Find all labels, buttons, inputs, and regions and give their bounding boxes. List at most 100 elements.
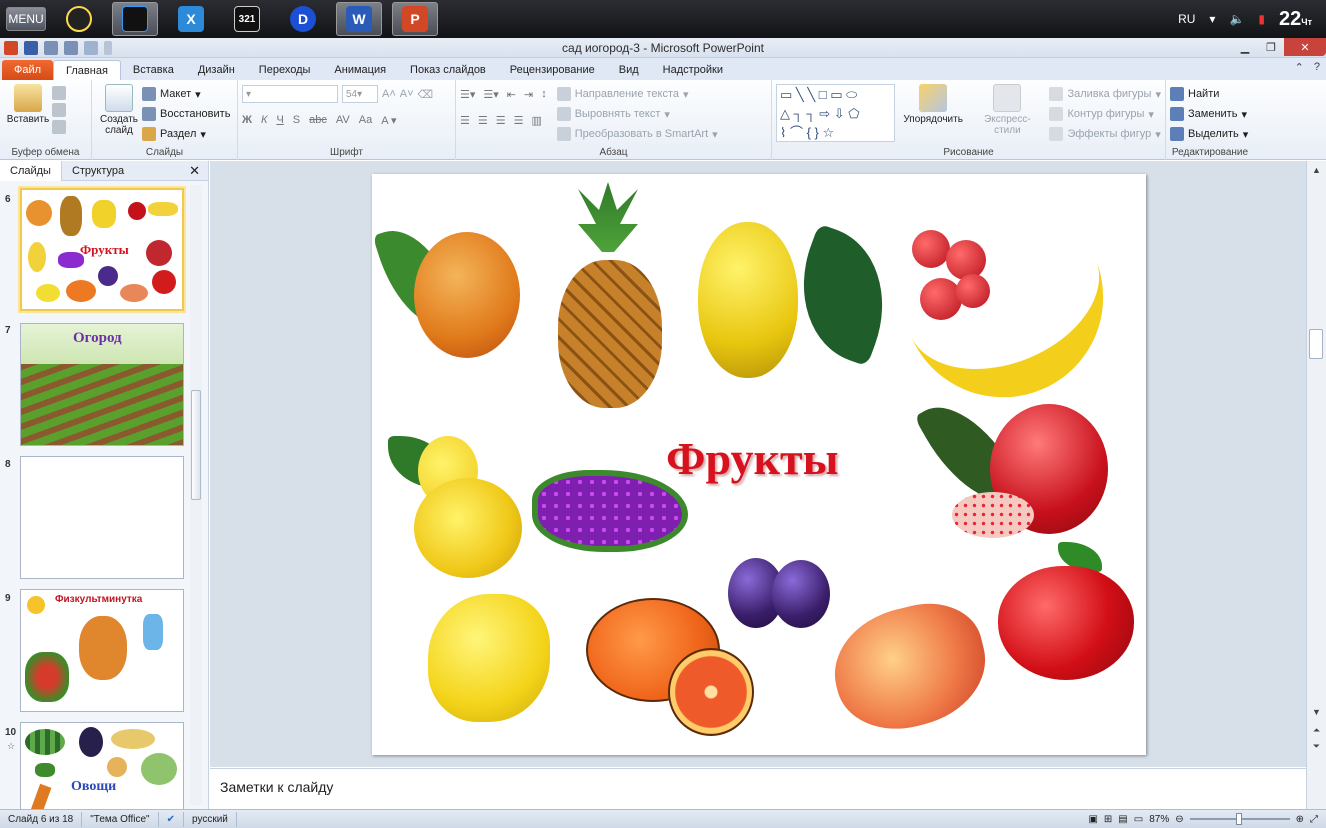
chevron-down-icon[interactable]: ▾	[1209, 12, 1215, 26]
slideshow-view-icon[interactable]: ▭	[1134, 814, 1143, 825]
tab-transitions[interactable]: Переходы	[247, 60, 323, 80]
spacing-button[interactable]: AV	[336, 114, 350, 126]
fit-to-window-icon[interactable]: ⤢	[1310, 814, 1318, 825]
scroll-up-icon[interactable]: ▲	[1307, 165, 1326, 175]
align-text-button[interactable]: Выровнять текст ▾	[556, 104, 718, 124]
grow-font-icon[interactable]: A˄	[382, 88, 396, 100]
line-spacing-icon[interactable]: ↕	[541, 88, 547, 100]
quick-styles-button[interactable]: Экспресс-стили	[971, 84, 1043, 144]
tab-review[interactable]: Рецензирование	[498, 60, 607, 80]
shrink-font-icon[interactable]: A˅	[400, 88, 414, 100]
shape-effects-button[interactable]: Эффекты фигур ▾	[1049, 124, 1161, 144]
theme-name[interactable]: "Тема Office"	[82, 811, 159, 827]
bullets-icon[interactable]: ☰▾	[460, 88, 475, 101]
zoom-slider-thumb[interactable]	[1235, 813, 1242, 825]
minimize-button[interactable]: ▁	[1232, 38, 1258, 56]
menu-button[interactable]: MENU	[6, 7, 46, 31]
scrollbar-thumb[interactable]	[191, 390, 201, 500]
justify-icon[interactable]: ☰	[514, 114, 524, 127]
taskbar-powerpoint[interactable]: P	[392, 2, 438, 36]
save-icon[interactable]	[24, 40, 38, 55]
slide-canvas[interactable]: Фрукты	[372, 174, 1146, 755]
align-left-icon[interactable]: ☰	[460, 114, 470, 127]
slide-thumb-6[interactable]: Фрукты	[20, 188, 184, 311]
tab-home[interactable]: Главная	[53, 60, 121, 80]
slides-pane-scrollbar[interactable]	[190, 185, 202, 805]
new-slide-button[interactable]: Создать слайд	[96, 84, 142, 144]
tab-addins[interactable]: Надстройки	[651, 60, 735, 80]
tab-outline[interactable]: Структура	[62, 161, 134, 181]
battery-icon[interactable]: ▮	[1258, 12, 1265, 26]
scroll-down-icon[interactable]: ▼	[1307, 707, 1326, 717]
align-right-icon[interactable]: ☰	[496, 114, 506, 127]
text-direction-button[interactable]: Направление текста ▾	[556, 84, 718, 104]
taskbar-app-2[interactable]	[112, 2, 158, 36]
shapes-gallery[interactable]: ▭ ╲ ╲ □ ▭ ⬭ △ ┐ ┐ ⇨ ⇩ ⬠ ⌇ ⌒ { } ☆	[776, 84, 896, 142]
slide-thumb-7[interactable]: Огород	[20, 323, 184, 446]
tab-slides[interactable]: Слайды	[0, 160, 62, 181]
taskbar-word[interactable]: W	[336, 2, 382, 36]
language-indicator[interactable]: RU	[1178, 12, 1195, 26]
arrange-button[interactable]: Упорядочить	[901, 84, 965, 144]
maximize-button[interactable]: ❐	[1258, 38, 1284, 56]
slideshow-start-icon[interactable]	[84, 40, 98, 55]
find-button[interactable]: Найти	[1170, 84, 1250, 104]
customize-qat-icon[interactable]	[104, 40, 112, 55]
help-icon[interactable]: ?	[1314, 61, 1320, 74]
decrease-indent-icon[interactable]: ⇤	[507, 88, 516, 101]
tab-insert[interactable]: Вставка	[121, 60, 186, 80]
tab-slideshow[interactable]: Показ слайдов	[398, 60, 498, 80]
tab-file[interactable]: Файл	[2, 60, 54, 80]
taskbar-app-4[interactable]: 321	[224, 2, 270, 36]
close-pane-icon[interactable]: ✕	[189, 163, 200, 179]
increase-indent-icon[interactable]: ⇥	[524, 88, 533, 101]
close-button[interactable]: ✕	[1284, 38, 1326, 56]
smartart-button[interactable]: Преобразовать в SmartArt ▾	[556, 124, 718, 144]
undo-icon[interactable]	[44, 40, 58, 55]
taskbar-app-1[interactable]	[56, 2, 102, 36]
format-painter-icon[interactable]	[52, 120, 66, 134]
font-color-button[interactable]: A ▾	[381, 114, 396, 127]
align-center-icon[interactable]: ☰	[478, 114, 488, 127]
font-size-combo[interactable]: 54 ▾	[342, 85, 378, 103]
slide-thumb-9[interactable]: Физкультминутка	[20, 589, 184, 712]
language-status[interactable]: русский	[184, 811, 237, 827]
zoom-level[interactable]: 87%	[1149, 814, 1169, 825]
strike-button[interactable]: S	[293, 114, 300, 126]
shadow-button[interactable]: abc	[309, 114, 327, 126]
scrollbar-thumb[interactable]	[1309, 329, 1323, 359]
paste-button[interactable]: Вставить	[4, 84, 52, 134]
shape-fill-button[interactable]: Заливка фигуры ▾	[1049, 84, 1161, 104]
spellcheck-icon[interactable]: ✔	[159, 811, 184, 827]
tab-animation[interactable]: Анимация	[322, 60, 398, 80]
taskbar-app-5[interactable]: D	[280, 2, 326, 36]
zoom-in-icon[interactable]: ⊕	[1296, 814, 1304, 825]
layout-button[interactable]: Макет ▾	[142, 84, 230, 104]
slide-sorter-icon[interactable]: ⊞	[1104, 814, 1112, 825]
case-button[interactable]: Aa	[359, 114, 372, 126]
tab-view[interactable]: Вид	[607, 60, 651, 80]
italic-button[interactable]: К	[261, 114, 267, 126]
copy-icon[interactable]	[52, 103, 66, 117]
replace-button[interactable]: Заменить ▾	[1170, 104, 1250, 124]
reset-button[interactable]: Восстановить	[142, 104, 230, 124]
redo-icon[interactable]	[64, 40, 78, 55]
slide-thumb-8[interactable]	[20, 456, 184, 579]
numbering-icon[interactable]: ☰▾	[483, 88, 498, 101]
collapse-ribbon-icon[interactable]: ⌃	[1295, 61, 1304, 74]
cut-icon[interactable]	[52, 86, 66, 100]
zoom-out-icon[interactable]: ⊖	[1175, 814, 1183, 825]
volume-icon[interactable]: 🔈	[1229, 12, 1244, 26]
previous-slide-icon[interactable]: ⏶	[1307, 725, 1326, 736]
slide-title[interactable]: Фрукты	[666, 432, 839, 485]
reading-view-icon[interactable]: ▤	[1118, 814, 1127, 825]
slide-scrollbar[interactable]: ▲ ▼ ⏶ ⏷	[1306, 161, 1326, 809]
select-button[interactable]: Выделить ▾	[1170, 124, 1250, 144]
slide-thumb-10[interactable]: Овощи	[20, 722, 184, 812]
notes-pane[interactable]: Заметки к слайду	[210, 768, 1306, 809]
tab-design[interactable]: Дизайн	[186, 60, 247, 80]
zoom-slider[interactable]	[1189, 813, 1290, 825]
clock[interactable]: 22Чт	[1279, 8, 1312, 31]
bold-button[interactable]: Ж	[242, 114, 252, 126]
font-name-combo[interactable]: ▾	[242, 85, 338, 103]
